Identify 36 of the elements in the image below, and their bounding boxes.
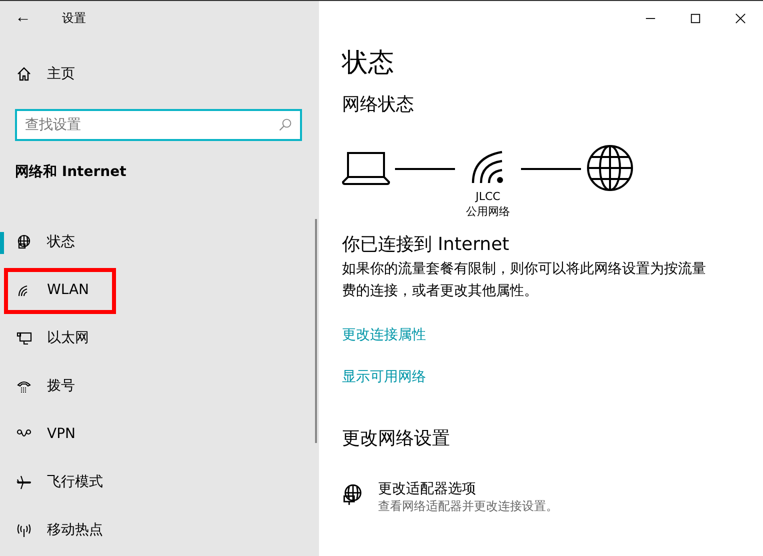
close-button[interactable] <box>735 12 746 24</box>
search-field[interactable]: 查找设置 <box>15 109 302 141</box>
description-text: 如果你的流量套餐有限制，则你可以将此网络设置为按流量 费的连接，或者更改其他属性。 <box>342 260 707 301</box>
network-name: JLCC <box>476 189 500 204</box>
settings-link[interactable]: 显示可用网络 <box>342 368 426 386</box>
back-button[interactable]: ← <box>0 1 46 35</box>
globe-monitor-icon <box>16 234 32 250</box>
airplane-icon <box>16 474 32 490</box>
sidebar-item[interactable]: VPN <box>0 410 319 458</box>
page-title: 状态 <box>342 47 395 80</box>
wifi-icon <box>470 149 506 185</box>
globe-icon <box>586 144 634 192</box>
home-icon <box>16 66 32 82</box>
sidebar-item[interactable]: 飞行模式 <box>0 458 319 506</box>
connection-line <box>521 168 581 170</box>
section-heading: 网络状态 <box>342 93 415 116</box>
settings-link[interactable]: 更改连接属性 <box>342 326 426 344</box>
window-title: 设置 <box>62 10 86 26</box>
category-heading: 网络和 Internet <box>15 163 128 182</box>
connection-status: 你已连接到 Internet <box>342 233 510 256</box>
globe-monitor-icon <box>342 484 364 506</box>
section-heading: 更改网络设置 <box>342 427 451 450</box>
monitor-icon <box>16 330 32 346</box>
maximize-button[interactable] <box>690 12 701 24</box>
sidebar-item[interactable]: 以太网 <box>0 314 319 362</box>
adapter-options-item[interactable]: 更改适配器选项 查看网络适配器并更改连接设置。 <box>342 480 763 515</box>
home-item[interactable]: 主页 <box>0 50 319 98</box>
laptop-icon <box>342 151 390 185</box>
sidebar-item[interactable]: 状态 <box>0 218 319 266</box>
antenna-icon <box>16 522 32 538</box>
sidebar-item[interactable]: 拨号 <box>0 362 319 410</box>
sidebar-item[interactable]: 移动热点 <box>0 506 319 554</box>
search-icon <box>278 118 292 132</box>
connection-line <box>395 168 455 170</box>
sidebar-item[interactable]: WLAN <box>0 266 319 314</box>
network-type: 公用网络 <box>466 204 510 219</box>
